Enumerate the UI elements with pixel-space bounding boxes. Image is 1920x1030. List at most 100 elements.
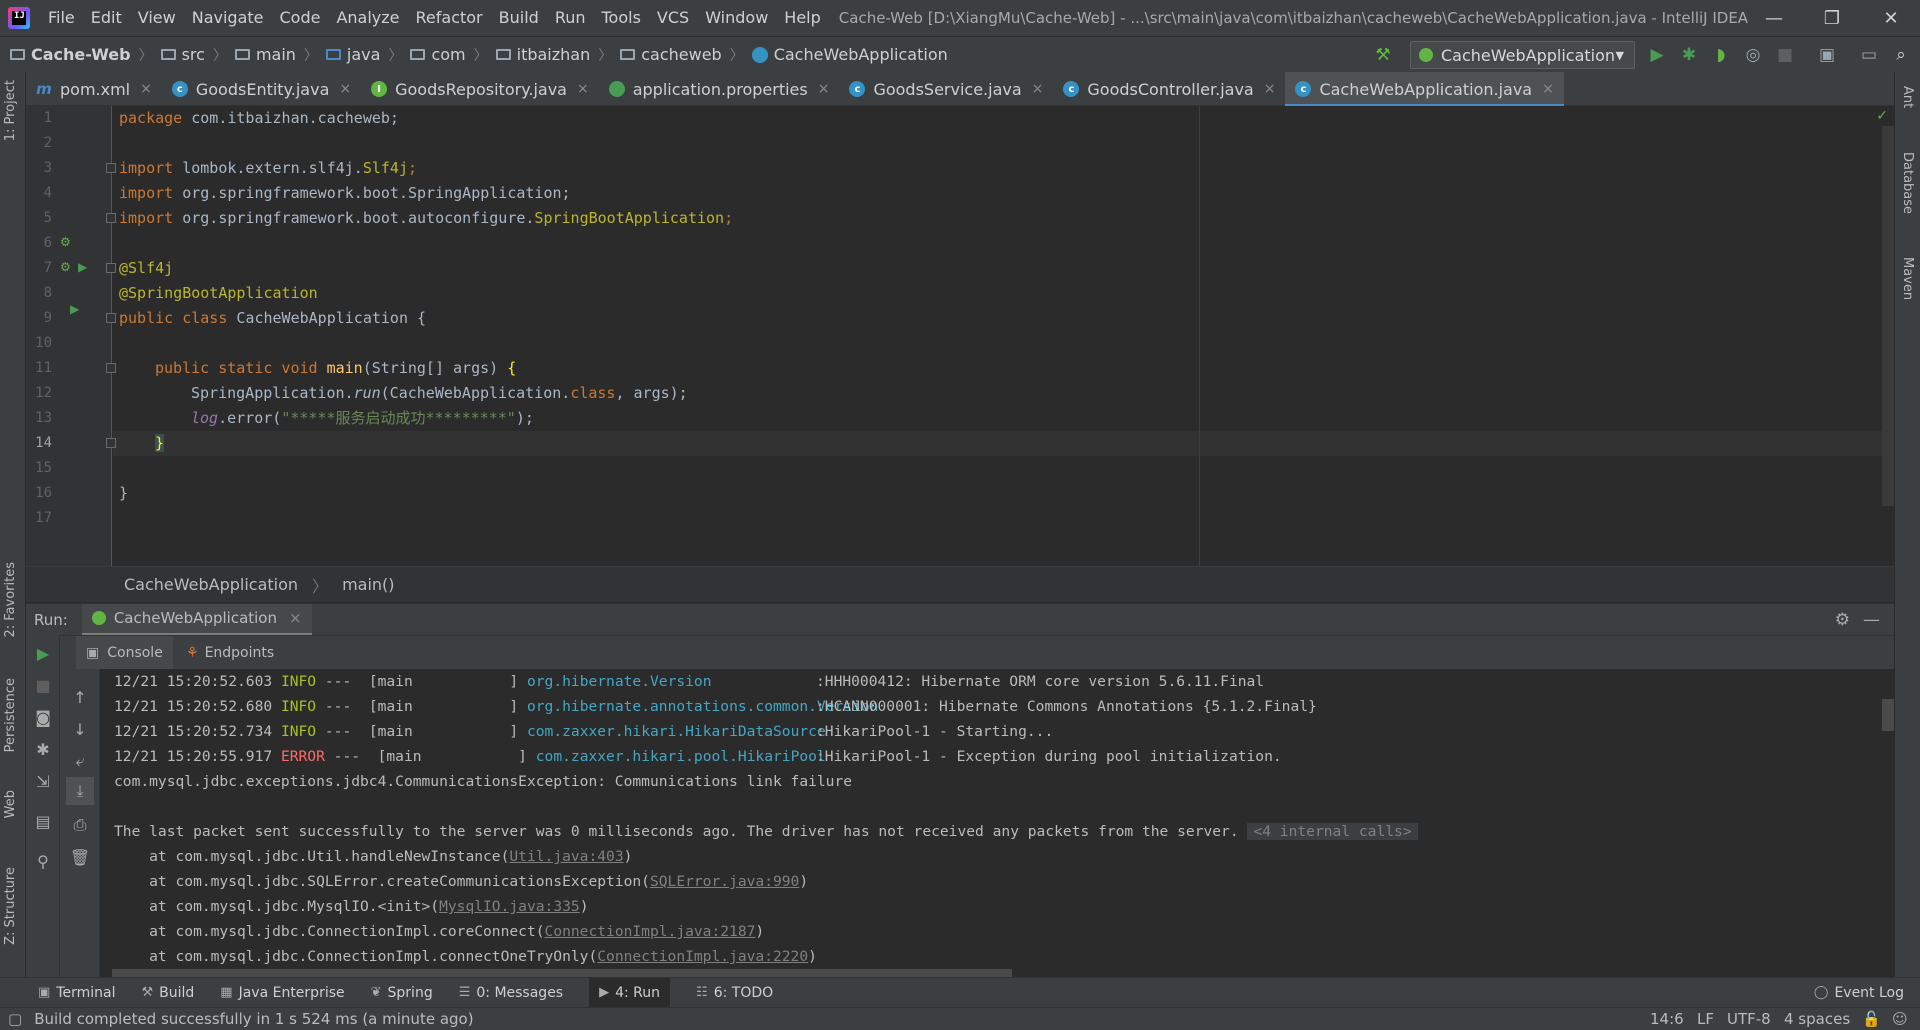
ant-tool-tab[interactable]: Ant xyxy=(1900,86,1915,108)
coverage-icon[interactable]: ◗ xyxy=(1710,44,1732,66)
menu-navigate[interactable]: Navigate xyxy=(184,0,272,36)
menu-run[interactable]: Run xyxy=(547,0,594,36)
menu-analyze[interactable]: Analyze xyxy=(328,0,407,36)
code-editor[interactable]: 1 2 3 4 5 6 7 8 9 10 11 12 13 14 15 16 1… xyxy=(26,106,1894,566)
indent-setting[interactable]: 4 spaces xyxy=(1784,1010,1850,1028)
web-tool-tab[interactable]: Web xyxy=(3,790,18,818)
run-gutter-icon[interactable]: ▶ xyxy=(70,302,79,316)
console-scrollbar[interactable] xyxy=(1882,699,1894,731)
close-icon[interactable]: × xyxy=(1264,81,1276,97)
lock-icon[interactable]: 🔓 xyxy=(1862,1010,1881,1028)
camera-icon[interactable]: ◙ xyxy=(33,707,53,727)
file-encoding[interactable]: UTF-8 xyxy=(1727,1010,1771,1028)
internal-calls-fold[interactable]: <4 internal calls> xyxy=(1247,823,1418,840)
close-icon[interactable]: × xyxy=(289,609,302,627)
breadcrumb-method[interactable]: main() xyxy=(342,575,394,594)
restore-button[interactable]: ❐ xyxy=(1803,0,1861,36)
menu-vcs[interactable]: VCS xyxy=(649,0,697,36)
menu-view[interactable]: View xyxy=(130,0,184,36)
tab-cache-web-application[interactable]: c CacheWebApplication.java × xyxy=(1285,72,1565,107)
exit-icon[interactable]: ⇲ xyxy=(33,771,53,791)
crumb-main[interactable]: main 〉 xyxy=(234,45,326,65)
fold-marker-icon[interactable] xyxy=(106,213,116,223)
close-icon[interactable]: × xyxy=(339,81,351,97)
run-gutter-icon[interactable]: ▶ xyxy=(78,260,87,274)
crumb-com[interactable]: com 〉 xyxy=(410,45,495,65)
rerun-icon[interactable]: ▶ xyxy=(33,643,53,663)
endpoints-tab[interactable]: ⚘ Endpoints xyxy=(176,636,284,670)
menu-refactor[interactable]: Refactor xyxy=(408,0,491,36)
scroll-to-end-icon[interactable]: ⤓ xyxy=(66,777,94,805)
spring-tool-button[interactable]: ❦ Spring xyxy=(371,985,433,1001)
print-icon[interactable]: ⎙ xyxy=(70,815,90,835)
run-tool-button[interactable]: ▶ 4: Run xyxy=(589,977,671,1008)
stack-link[interactable]: ConnectionImpl.java:2220 xyxy=(597,948,808,965)
fold-marker-icon[interactable] xyxy=(106,263,116,273)
terminal-tool-button[interactable]: ▣ Terminal xyxy=(38,985,115,1001)
soft-wrap-icon[interactable]: ⤶ xyxy=(70,751,90,771)
menu-build[interactable]: Build xyxy=(491,0,547,36)
search-icon[interactable]: ⌕ xyxy=(1890,44,1912,66)
close-icon[interactable]: × xyxy=(1542,81,1554,97)
menu-tools[interactable]: Tools xyxy=(594,0,649,36)
build-hammer-icon[interactable]: ⚒ xyxy=(1372,44,1394,66)
crumb-project[interactable]: Cache-Web 〉 xyxy=(10,45,161,65)
fold-marker-icon[interactable] xyxy=(106,313,116,323)
close-icon[interactable]: × xyxy=(577,81,589,97)
inspector-icon[interactable]: ☺ xyxy=(1892,1010,1908,1028)
run-configuration-select[interactable]: CacheWebApplication ▼ xyxy=(1410,41,1635,69)
menu-code[interactable]: Code xyxy=(272,0,329,36)
console-tab[interactable]: ▣ Console xyxy=(76,636,173,670)
structure-tool-tab[interactable]: Z: Structure xyxy=(3,867,18,945)
fold-marker-icon[interactable] xyxy=(106,438,116,448)
layout-icon[interactable]: ▤ xyxy=(33,811,53,831)
menu-file[interactable]: File xyxy=(40,0,83,36)
arrow-down-icon[interactable]: ↓ xyxy=(70,719,90,739)
build-tool-button[interactable]: ⚒ Build xyxy=(141,985,194,1001)
gear-icon[interactable]: ⚙ xyxy=(1835,610,1850,630)
presentation-icon[interactable]: ▭ xyxy=(1858,44,1880,66)
console-output[interactable]: 12/21 15:20:52.603 INFO --- [main ] org.… xyxy=(100,669,1894,977)
database-tool-tab[interactable]: Database xyxy=(1900,152,1915,214)
breadcrumb-class[interactable]: CacheWebApplication xyxy=(124,575,298,594)
spring-bean-icon[interactable]: ⚙ xyxy=(60,235,71,249)
stack-link[interactable]: SQLError.java:990 xyxy=(650,873,799,890)
crumb-cacheweb[interactable]: cacheweb 〉 xyxy=(620,45,751,65)
stack-link[interactable]: ConnectionImpl.java:2187 xyxy=(545,923,756,940)
tab-goods-service[interactable]: c GoodsService.java × xyxy=(839,72,1053,106)
console-horizontal-scrollbar[interactable] xyxy=(112,969,1012,977)
messages-tool-button[interactable]: ☰ 0: Messages xyxy=(459,985,563,1001)
profile-icon[interactable]: ◎ xyxy=(1742,44,1764,66)
stop-icon[interactable]: ■ xyxy=(1774,44,1796,66)
stop-icon[interactable]: ■ xyxy=(33,675,53,695)
line-separator[interactable]: LF xyxy=(1697,1010,1714,1028)
pin-icon[interactable]: ⚲ xyxy=(33,851,53,871)
java-enterprise-tool-button[interactable]: ▦ Java Enterprise xyxy=(220,985,344,1001)
tab-goods-repository[interactable]: I GoodsRepository.java × xyxy=(361,72,599,106)
arrow-up-icon[interactable]: ↑ xyxy=(70,687,90,707)
crumb-itbaizhan[interactable]: itbaizhan 〉 xyxy=(495,45,621,65)
trash-icon[interactable]: 🗑 xyxy=(70,847,90,867)
project-tool-tab[interactable]: 1: Project xyxy=(3,80,18,141)
close-window-button[interactable]: ✕ xyxy=(1862,0,1920,36)
tab-goods-controller[interactable]: c GoodsController.java × xyxy=(1053,72,1285,106)
menu-help[interactable]: Help xyxy=(776,0,828,36)
crumb-java[interactable]: java 〉 xyxy=(325,45,411,65)
tab-pom-xml[interactable]: m pom.xml × xyxy=(26,72,162,106)
fold-marker-icon[interactable] xyxy=(106,163,116,173)
stack-link[interactable]: MysqlIO.java:335 xyxy=(439,898,580,915)
stack-link[interactable]: Util.java:403 xyxy=(509,848,623,865)
close-icon[interactable]: × xyxy=(1032,81,1044,97)
todo-tool-button[interactable]: ☷ 6: TODO xyxy=(696,985,773,1001)
run-icon[interactable]: ▶ xyxy=(1646,44,1668,66)
caret-position[interactable]: 14:6 xyxy=(1650,1010,1684,1028)
debug-icon[interactable]: ✱ xyxy=(1678,44,1700,66)
menu-edit[interactable]: Edit xyxy=(83,0,130,36)
crumb-src[interactable]: src 〉 xyxy=(160,45,235,65)
minimize-button[interactable]: — xyxy=(1745,0,1803,36)
maven-tool-tab[interactable]: Maven xyxy=(1900,257,1915,300)
run-tab[interactable]: CacheWebApplication × xyxy=(81,603,312,636)
event-log-button[interactable]: ◯ Event Log xyxy=(1814,985,1904,1001)
status-toggle-icon[interactable]: ▢ xyxy=(8,1010,22,1028)
favorites-tool-tab[interactable]: 2: Favorites xyxy=(3,562,18,638)
